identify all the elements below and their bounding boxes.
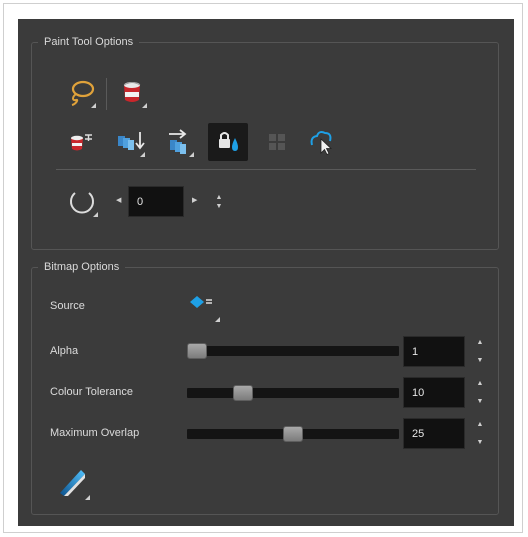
source-selector-button[interactable] xyxy=(186,292,226,322)
alpha-label: Alpha xyxy=(50,345,79,357)
select-colour-icon xyxy=(310,131,333,156)
submenu-indicator xyxy=(85,495,90,500)
alpha-field[interactable]: 1 xyxy=(403,336,465,367)
increment-arrow-icon[interactable]: ▶ xyxy=(192,196,197,204)
paint-unpainted-button[interactable] xyxy=(66,127,96,157)
colour-tolerance-field[interactable]: 10 xyxy=(403,377,465,408)
select-colour-button[interactable] xyxy=(306,127,336,157)
grid-disabled-icon xyxy=(269,134,285,150)
options-divider xyxy=(56,169,476,170)
submenu-indicator xyxy=(91,103,96,108)
submenu-indicator xyxy=(215,317,220,322)
submenu-indicator xyxy=(140,152,145,157)
alpha-slider-track[interactable] xyxy=(187,346,399,356)
maximum-overlap-spin-arrows-icon[interactable]: ▲ ▼ xyxy=(475,420,485,447)
grid-disabled-button xyxy=(262,127,292,157)
colour-tolerance-spin-arrows-icon[interactable]: ▲ ▼ xyxy=(475,379,485,406)
submenu-indicator xyxy=(189,152,194,157)
paint-tool-options-title: Paint Tool Options xyxy=(38,35,140,49)
maximum-overlap-slider-thumb[interactable] xyxy=(283,426,303,442)
toolbar-separator xyxy=(106,78,107,110)
tool-properties-panel: Paint Tool Options ◀ 0 ▶ ▲ ▼ Bitmap Opti… xyxy=(18,19,514,526)
bitmap-options-title: Bitmap Options xyxy=(38,260,126,274)
spin-arrows-icon[interactable]: ▲ ▼ xyxy=(214,193,224,211)
brush-size-field[interactable]: 0 xyxy=(128,186,184,217)
lasso-tool-button[interactable] xyxy=(66,78,96,108)
paint-tool-options-group: Paint Tool Options ◀ 0 ▶ ▲ ▼ xyxy=(31,35,499,250)
maximum-overlap-field[interactable]: 25 xyxy=(403,418,465,449)
apply-to-layers-below-button[interactable] xyxy=(115,127,145,157)
alpha-spin-arrows-icon[interactable]: ▲ ▼ xyxy=(475,338,485,365)
decrement-arrow-icon[interactable]: ◀ xyxy=(116,196,121,204)
source-label: Source xyxy=(50,300,85,312)
brush-shape-button[interactable] xyxy=(66,185,98,217)
submenu-indicator xyxy=(142,103,147,108)
colour-tolerance-slider-thumb[interactable] xyxy=(233,385,254,401)
source-all-layers-icon xyxy=(190,296,212,308)
paint-bucket-button[interactable] xyxy=(117,78,147,108)
respect-protected-colour-button[interactable] xyxy=(208,123,248,161)
maximum-overlap-label: Maximum Overlap xyxy=(50,427,140,439)
bitmap-options-group: Bitmap Options Source Alpha 1 ▲ ▼ Colour … xyxy=(31,260,499,515)
respect-protected-colour-icon xyxy=(219,132,238,151)
apply-to-layers-right-button[interactable] xyxy=(164,127,194,157)
submenu-indicator xyxy=(93,212,98,217)
colour-tolerance-slider-track[interactable] xyxy=(187,388,399,398)
paint-unpainted-icon xyxy=(71,134,92,151)
colour-tolerance-label: Colour Tolerance xyxy=(50,386,133,398)
alpha-slider-thumb[interactable] xyxy=(187,343,207,359)
bitmap-brush-properties-button[interactable] xyxy=(56,466,90,500)
